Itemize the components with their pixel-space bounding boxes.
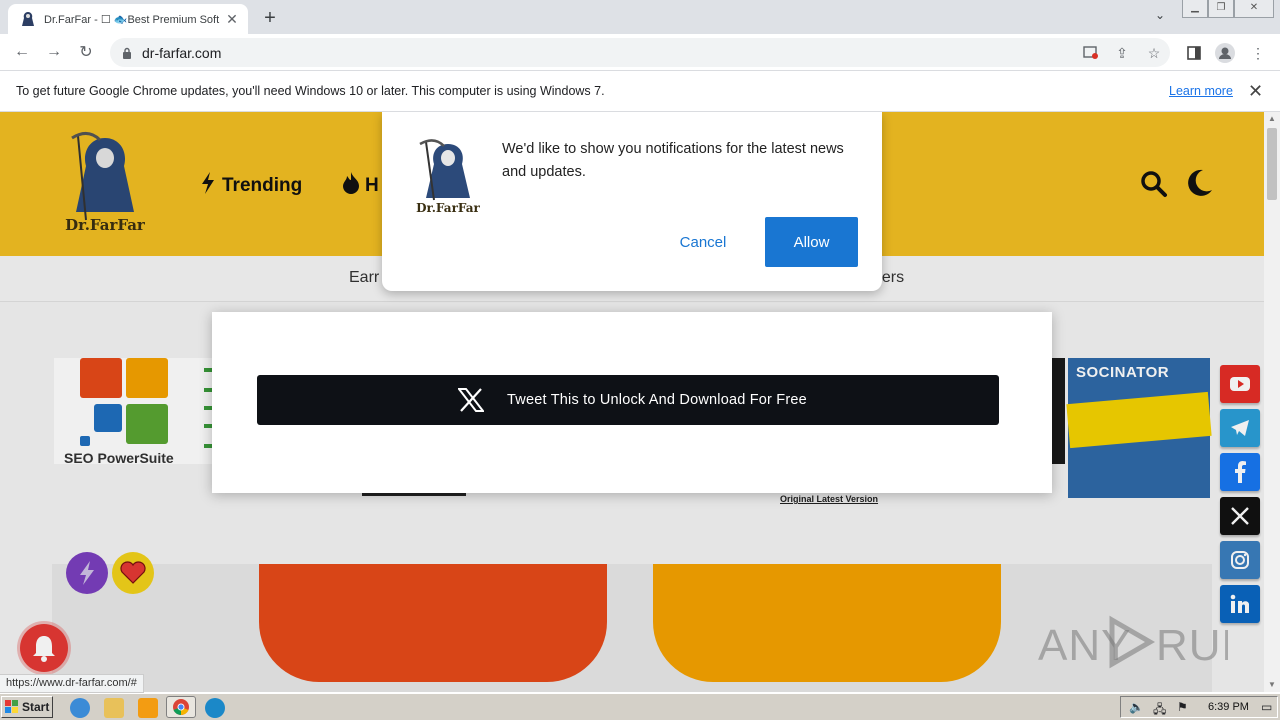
back-icon[interactable]: ← <box>10 40 34 64</box>
allow-button[interactable]: Allow <box>765 217 858 267</box>
windows-logo-icon <box>5 700 18 713</box>
tweet-unlock-button[interactable]: Tweet This to Unlock And Download For Fr… <box>257 375 999 425</box>
share-icon[interactable]: ⇪ <box>1113 44 1131 62</box>
window-close-button[interactable]: ✕ <box>1234 0 1274 18</box>
infobar-message: To get future Google Chrome updates, you… <box>16 84 605 98</box>
start-button[interactable]: Start <box>1 696 53 718</box>
start-label: Start <box>22 700 50 714</box>
lock-icon[interactable] <box>120 46 134 60</box>
tab-search-icon[interactable]: ⌄ <box>1150 8 1170 26</box>
reload-icon[interactable]: ↻ <box>74 40 98 64</box>
profile-avatar-icon[interactable] <box>1214 42 1236 64</box>
scroll-up-arrow-icon[interactable]: ▲ <box>1264 112 1280 126</box>
browser-toolbar: ← → ↻ dr-farfar.com ⇪ ☆ ⋮ <box>0 34 1280 71</box>
bookmark-star-icon[interactable]: ☆ <box>1145 44 1163 62</box>
volume-icon[interactable]: 🔈 <box>1129 700 1144 714</box>
notification-prompt: Dr.FarFar We'd like to show you notifica… <box>382 112 882 291</box>
chrome-icon <box>173 699 189 716</box>
chrome-taskbar-button[interactable] <box>166 696 196 718</box>
network-icon[interactable]: 🖧 <box>1153 700 1166 720</box>
tab-title: Dr.FarFar - ☐ 🐟Best Premium Soft <box>44 13 220 26</box>
edge-icon[interactable] <box>205 698 225 718</box>
scroll-thumb[interactable] <box>1267 128 1277 200</box>
taskbar-clock: 6:39 PM <box>1208 701 1249 713</box>
cancel-button[interactable]: Cancel <box>662 217 744 267</box>
tweet-unlock-label: Tweet This to Unlock And Download For Fr… <box>507 392 807 408</box>
side-panel-icon[interactable] <box>1183 42 1205 64</box>
url-text: dr-farfar.com <box>142 44 222 61</box>
notification-message: We'd like to show you notifications for … <box>502 141 844 180</box>
minimize-button[interactable]: ▁ <box>1182 0 1208 18</box>
media-player-icon[interactable] <box>138 698 158 718</box>
learn-more-link[interactable]: Learn more <box>1169 84 1233 98</box>
update-infobar: To get future Google Chrome updates, you… <box>0 71 1280 112</box>
tab-close-icon[interactable]: ✕ <box>224 11 240 27</box>
anyrun-watermark: ANY RUN <box>1038 612 1228 672</box>
svg-text:Dr.FarFar: Dr.FarFar <box>416 201 480 214</box>
new-tab-button[interactable]: + <box>258 7 282 31</box>
menu-kebab-icon[interactable]: ⋮ <box>1247 42 1269 64</box>
notification-logo: Dr.FarFar <box>410 138 486 215</box>
internet-explorer-icon[interactable] <box>70 698 90 718</box>
browser-tab[interactable]: Dr.FarFar - ☐ 🐟Best Premium Soft ✕ <box>8 4 248 34</box>
file-explorer-icon[interactable] <box>104 698 124 718</box>
page-scrollbar[interactable]: ▲ ▼ <box>1264 112 1280 692</box>
windows-taskbar: Start 🔈 🖧 ⚑ ▭ 6:39 PM <box>0 693 1280 720</box>
restore-button[interactable]: ❐ <box>1208 0 1234 18</box>
show-desktop-icon[interactable]: ▭ <box>1261 700 1272 714</box>
address-bar[interactable]: dr-farfar.com ⇪ ☆ <box>110 38 1170 67</box>
flag-icon[interactable]: ⚑ <box>1177 700 1188 714</box>
page-viewport: Dr.FarFar Trending H Earr pers SEO Power… <box>0 112 1264 692</box>
status-url: https://www.dr-farfar.com/# <box>0 674 144 693</box>
forward-icon[interactable]: → <box>42 40 66 64</box>
svg-text:RUN: RUN <box>1156 621 1228 670</box>
system-tray: 🔈 🖧 ⚑ ▭ <box>1120 696 1278 718</box>
scroll-down-arrow-icon[interactable]: ▼ <box>1264 678 1280 692</box>
infobar-close-icon[interactable]: ✕ <box>1248 81 1263 102</box>
x-icon <box>449 378 493 422</box>
site-favicon-icon <box>20 11 36 27</box>
notification-blocked-icon[interactable] <box>1082 44 1100 62</box>
tab-strip: Dr.FarFar - ☐ 🐟Best Premium Soft ✕ + ⌄ ▁… <box>0 0 1280 34</box>
unlock-modal: Tweet This to Unlock And Download For Fr… <box>212 312 1052 493</box>
